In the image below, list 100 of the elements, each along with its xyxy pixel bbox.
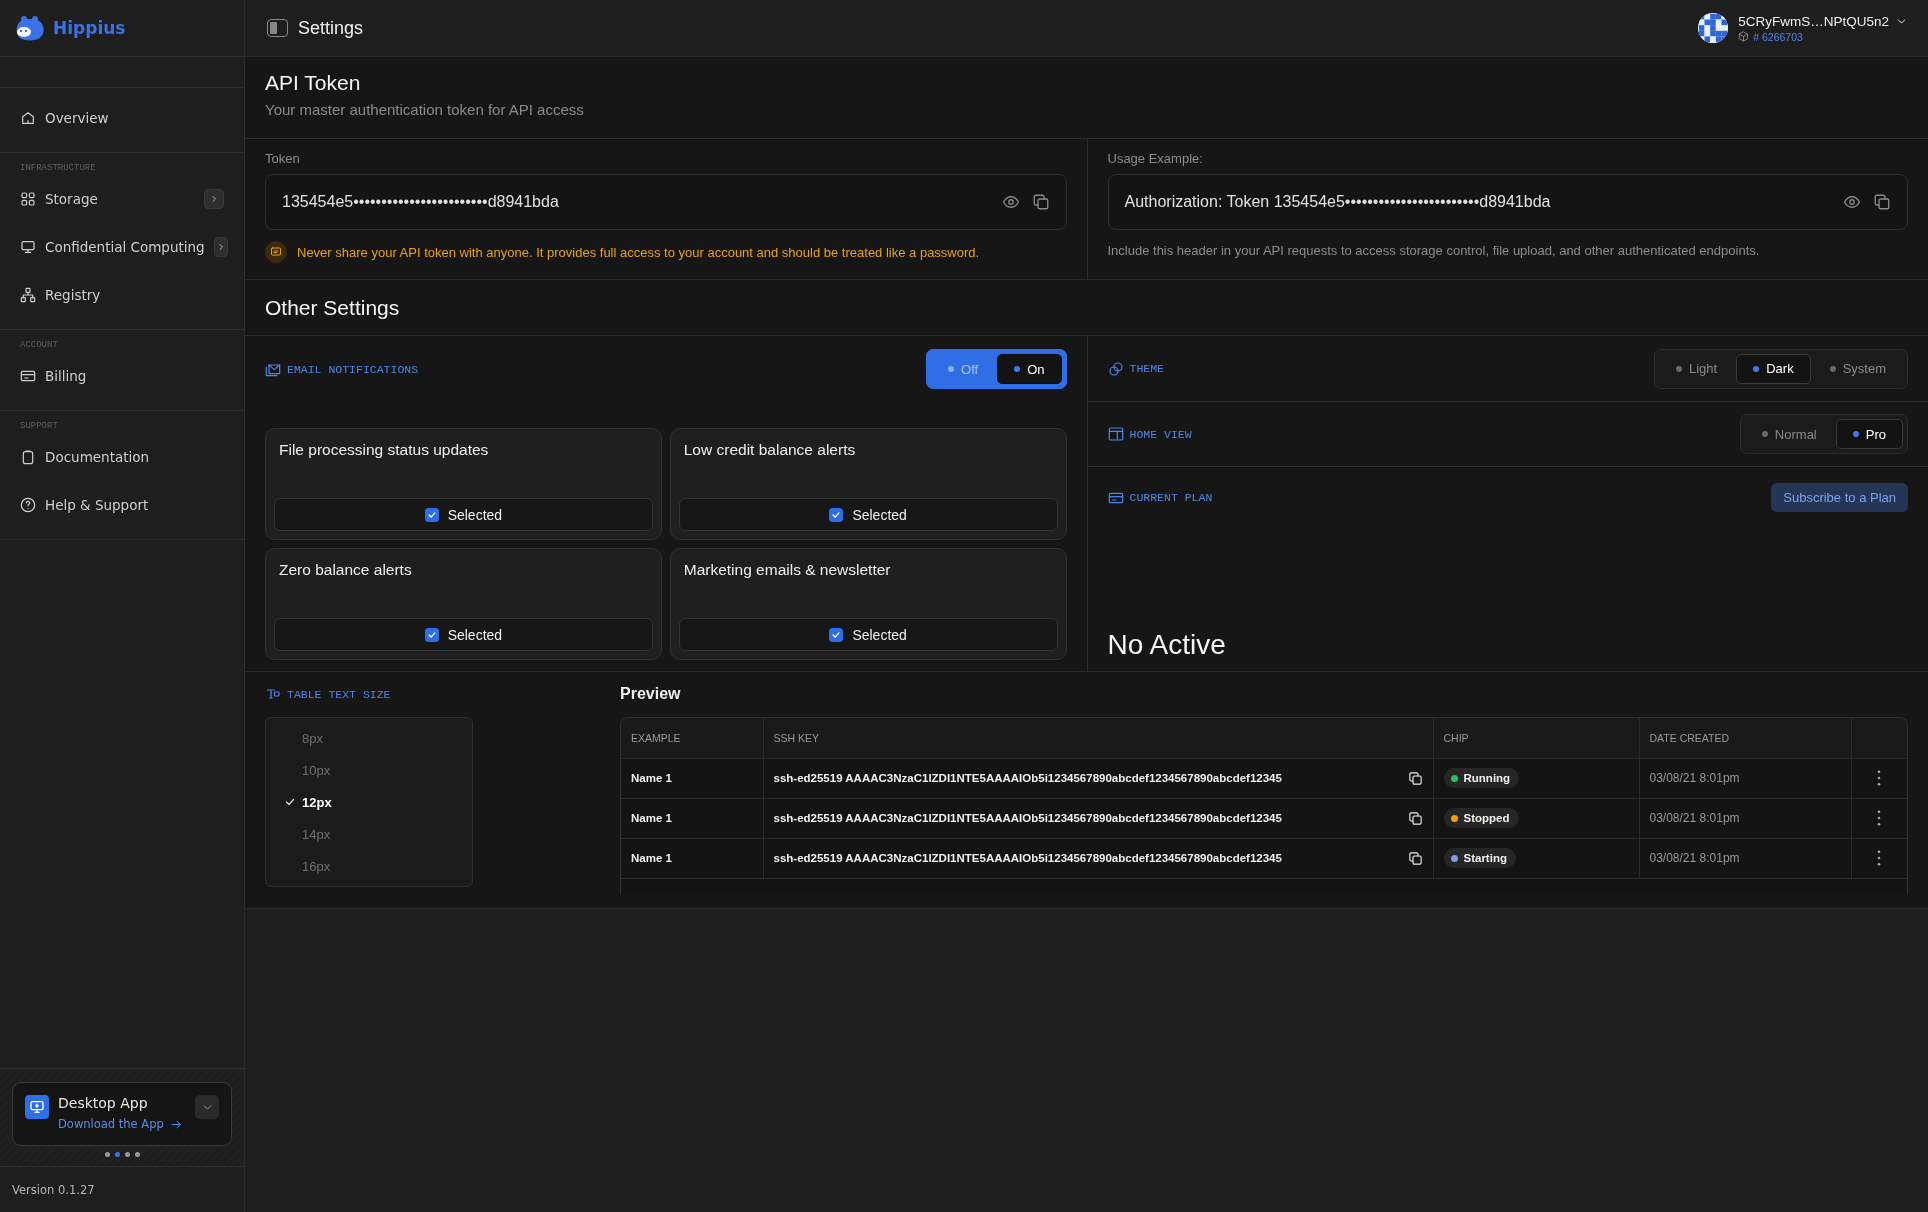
setting-label: TABLE TEXT SIZE <box>287 687 391 701</box>
page-dot[interactable] <box>114 1152 120 1157</box>
section-label: INFRASTRUCTURE <box>20 163 96 173</box>
expand-button[interactable] <box>213 237 228 257</box>
select-button[interactable]: Selected <box>274 498 653 531</box>
sidebar-item[interactable]: Documentation <box>0 433 244 481</box>
status-chip: Running <box>1443 768 1520 788</box>
subscribe-button[interactable]: Subscribe to a Plan <box>1771 483 1908 512</box>
select-button[interactable]: Selected <box>678 498 1058 531</box>
text-size-icon <box>265 686 281 702</box>
checkbox[interactable] <box>829 507 844 522</box>
size-option[interactable]: 8px <box>266 722 472 754</box>
chat-icon <box>270 246 282 258</box>
layout-icon <box>1107 426 1124 442</box>
ssh-key-text: ssh-ed25519 AAAAC3NzaC1lZDI1NTE5AAAAIOb5i1234567890abcdef1234567890abcdef12345 <box>773 852 1282 864</box>
section-title: API Token <box>265 71 362 95</box>
help-icon <box>20 497 36 513</box>
setting-label: EMAIL NOTIFICATIONS <box>287 362 419 376</box>
sidebar-item[interactable]: Storage <box>0 175 244 223</box>
section-label: ACCOUNT <box>20 340 58 350</box>
column-header: DATE CREATED <box>1639 718 1851 758</box>
copy-icon <box>1873 193 1891 211</box>
check-icon <box>426 509 437 520</box>
eye-icon <box>1843 193 1861 211</box>
mail-icon <box>265 361 281 377</box>
version-label: Version 0.1.27 <box>12 1182 95 1197</box>
download-link[interactable]: Download the App <box>58 1117 164 1131</box>
monitor-icon <box>20 239 36 255</box>
more-icon[interactable] <box>1877 850 1882 866</box>
theme-icon <box>1107 360 1124 377</box>
notification-title: Marketing emails & newsletter <box>682 561 892 579</box>
checkbox[interactable] <box>424 627 439 642</box>
table-cell: Name 1 <box>621 758 763 798</box>
setting-label: HOME VIEW <box>1129 427 1192 441</box>
field-label: Token <box>265 151 301 166</box>
page-title: Settings <box>298 17 365 39</box>
avatar-icon[interactable] <box>1697 12 1730 44</box>
hint-text: Include this header in your API requests to access storage control, file upload, and other authenticated endpoints. <box>1107 243 1761 258</box>
network-icon <box>20 287 36 303</box>
sidebar-item[interactable]: Confidential Computing <box>0 223 244 271</box>
table-cell: Name 1 <box>621 838 763 878</box>
sidebar-item[interactable]: Billing <box>0 352 244 400</box>
sidebar-item[interactable]: Help & Support <box>0 481 244 529</box>
option-tab[interactable]: On <box>997 354 1062 384</box>
size-option[interactable]: 14px <box>266 818 472 850</box>
option-tab[interactable]: Dark <box>1736 353 1811 384</box>
section-subtitle: Your master authentication token for API access <box>265 101 585 118</box>
account-name[interactable]: 5CRyFwmS…NPtQU5n2 <box>1738 13 1889 29</box>
column-header: CHIP <box>1433 718 1639 758</box>
eye-icon <box>1001 193 1020 211</box>
card-icon <box>20 368 36 384</box>
checkbox[interactable] <box>424 507 439 522</box>
size-option[interactable]: 10px <box>266 754 472 786</box>
more-icon[interactable] <box>1877 810 1882 826</box>
sidebar-toggle-icon[interactable] <box>267 19 288 37</box>
page-dot[interactable] <box>124 1152 130 1157</box>
check-icon <box>284 796 296 808</box>
token-field[interactable]: Authorization: Token 135454e5••••••••••••••••••••••••d8941bda <box>1107 174 1908 230</box>
size-option[interactable]: 12px <box>266 786 472 818</box>
copy-icon <box>1407 770 1423 786</box>
setting-label: CURRENT PLAN <box>1129 491 1213 504</box>
check-icon <box>831 629 842 640</box>
page-dot[interactable] <box>134 1152 140 1157</box>
copy-icon <box>1407 810 1423 826</box>
sidebar-item[interactable]: Overview <box>0 94 244 142</box>
sidebar-item[interactable]: Registry <box>0 271 244 319</box>
column-header: SSH KEY <box>763 718 1433 758</box>
select-button[interactable]: Selected <box>678 618 1058 651</box>
more-icon[interactable] <box>1877 770 1882 786</box>
notification-title: File processing status updates <box>278 441 490 459</box>
field-label: Usage Example: <box>1107 151 1204 166</box>
copy-icon <box>1407 850 1423 866</box>
check-icon <box>426 629 437 640</box>
section-title: Other Settings <box>265 295 400 320</box>
notification-title: Zero balance alerts <box>278 561 413 579</box>
table-cell: Name 1 <box>621 798 763 838</box>
ssh-key-text: ssh-ed25519 AAAAC3NzaC1lZDI1NTE5AAAAIOb5i1234567890abcdef1234567890abcdef12345 <box>773 812 1282 824</box>
option-tab[interactable]: Light <box>1659 353 1735 384</box>
warning-text: Never share your API token with anyone. It provides full access to your account and should be treated like a password. <box>297 244 980 260</box>
checkbox[interactable] <box>829 627 844 642</box>
preview-title: Preview <box>620 685 682 703</box>
option-tab[interactable]: Pro <box>1835 419 1903 449</box>
section-label: SUPPORT <box>20 421 58 431</box>
token-field[interactable]: 135454e5••••••••••••••••••••••••d8941bda <box>265 174 1067 230</box>
notification-title: Low credit balance alerts <box>682 441 857 459</box>
cube-icon <box>1738 31 1750 42</box>
page-dot[interactable] <box>104 1152 110 1157</box>
setting-label: THEME <box>1129 362 1164 375</box>
option-tab[interactable]: Normal <box>1744 419 1834 449</box>
copy-icon <box>1031 193 1050 211</box>
expand-button[interactable] <box>204 189 224 209</box>
option-tab[interactable]: System <box>1812 353 1903 384</box>
hippo-logo-icon <box>15 15 45 41</box>
check-icon <box>831 509 842 520</box>
plan-status: No Active <box>1107 629 1227 661</box>
size-option[interactable]: 16px <box>266 850 472 882</box>
select-button[interactable]: Selected <box>274 618 653 651</box>
promo-title: Desktop App <box>58 1095 149 1111</box>
status-chip: Stopped <box>1443 808 1519 828</box>
table-cell: 03/08/21 8:01pm <box>1639 838 1851 878</box>
